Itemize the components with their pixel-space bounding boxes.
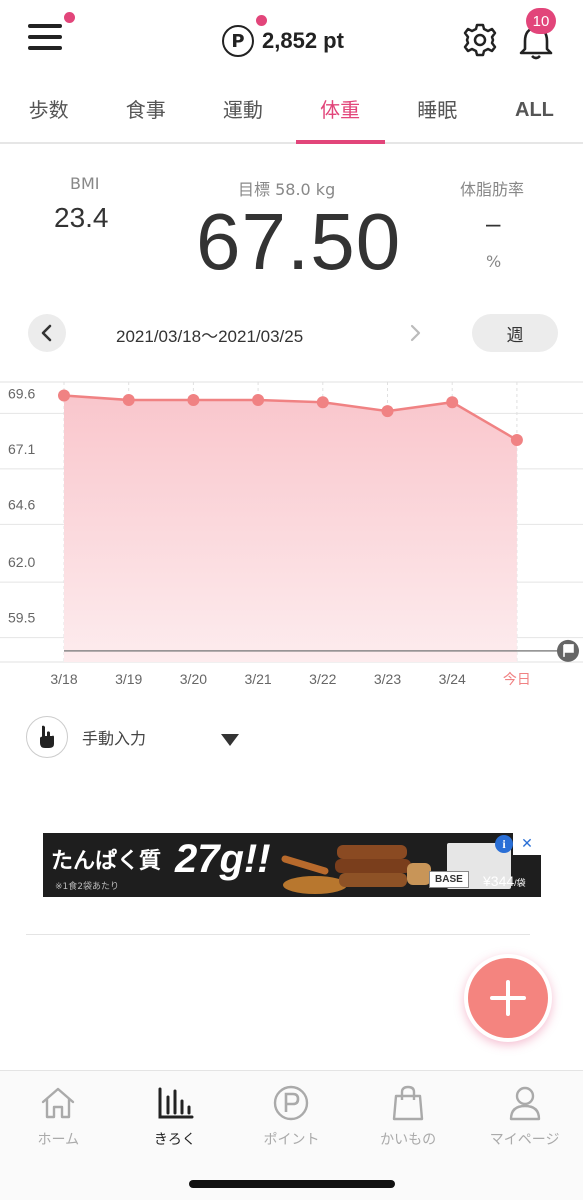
weight-point	[316, 396, 329, 409]
date-navigation: 2021/03/18～2021/03/25 週	[0, 312, 583, 356]
hand-icon	[26, 716, 68, 758]
tab-all[interactable]: ALL	[486, 84, 583, 142]
manual-input-label: 手動入力	[82, 729, 147, 748]
y-tick-label: 62.0	[8, 554, 35, 570]
home-icon	[38, 1083, 78, 1123]
bodyfat-value: –	[486, 208, 501, 238]
bodyfat-unit: %	[486, 252, 502, 271]
ad-headline: たんぱく質	[51, 849, 162, 874]
category-tabs: 歩数 食事 運動 体重 睡眠 ALL	[0, 84, 583, 144]
bmi-label: BMI	[70, 174, 100, 193]
x-tick-label: 3/24	[439, 671, 466, 687]
y-tick-label: 67.1	[8, 441, 35, 457]
tab-steps[interactable]: 歩数	[0, 84, 97, 142]
menu-bar	[28, 46, 62, 50]
notification-badge: 10	[526, 8, 556, 34]
y-tick-label: 59.5	[8, 610, 35, 626]
ad-price-suffix: /袋	[514, 878, 526, 888]
previous-period-button[interactable]	[28, 314, 66, 352]
weight-point	[252, 393, 265, 406]
points-icon: P	[222, 25, 254, 57]
menu-notification-dot	[64, 12, 75, 23]
shopping-bag-icon	[388, 1083, 428, 1123]
nav-label: ポイント	[263, 1132, 320, 1148]
y-tick-label: 64.6	[8, 496, 35, 512]
nav-label: きろく	[153, 1132, 196, 1148]
manual-input-row[interactable]: 手動入力	[26, 716, 146, 758]
section-divider	[26, 934, 530, 935]
chevron-right-icon	[410, 324, 421, 342]
date-range: 2021/03/18～2021/03/25	[116, 327, 304, 346]
add-record-button[interactable]	[464, 954, 552, 1042]
plus-icon	[468, 958, 548, 1038]
x-tick-label: 3/20	[180, 671, 207, 687]
ad-banner[interactable]: たんぱく質 27g!! ※1食2袋あたり BASE ¥344/袋 i ✕	[43, 833, 541, 897]
ad-protein-amount: 27g!!	[175, 837, 271, 881]
x-tick-label: 3/22	[309, 671, 336, 687]
app-header: P 2,852 pt 10	[0, 0, 583, 84]
menu-bar	[28, 24, 62, 28]
weight-chart: 69.6 67.1 64.6 62.0 59.5 3/18 3/19 3/20 3/21 3/22…	[0, 381, 583, 687]
menu-bar	[28, 35, 62, 39]
nav-label: ホーム	[37, 1132, 80, 1148]
x-tick-label: 3/23	[374, 671, 401, 687]
ad-price-value: ¥344	[483, 873, 515, 889]
next-period-button[interactable]	[402, 320, 428, 346]
points-display[interactable]: P 2,852 pt	[222, 24, 344, 58]
weight-point	[187, 393, 200, 406]
weight-point	[381, 405, 394, 418]
gear-icon[interactable]	[462, 22, 498, 58]
bodyfat-label: 体脂肪率	[460, 180, 525, 199]
dropdown-triangle-icon[interactable]	[220, 732, 240, 751]
tab-meals[interactable]: 食事	[97, 84, 194, 142]
weight-point	[58, 389, 70, 402]
period-selector-button[interactable]: 週	[472, 314, 558, 352]
bmi-value: 23.4	[54, 202, 109, 233]
chevron-left-icon	[41, 324, 52, 342]
nav-mypage[interactable]: マイページ	[466, 1071, 583, 1200]
x-tick-label: 3/18	[50, 671, 77, 687]
tab-weight[interactable]: 体重	[292, 84, 389, 144]
ad-note: ※1食2袋あたり	[55, 882, 119, 892]
home-indicator	[189, 1180, 395, 1188]
points-value: 2,852 pt	[262, 28, 344, 53]
tab-sleep[interactable]: 睡眠	[389, 84, 486, 142]
menu-button[interactable]	[28, 24, 64, 56]
weight-point	[510, 433, 523, 446]
ad-close-icon[interactable]: ✕	[513, 833, 541, 855]
nav-home[interactable]: ホーム	[0, 1071, 117, 1200]
weight-point	[446, 396, 459, 409]
nav-label: かいもの	[380, 1132, 437, 1148]
points-notification-dot	[256, 15, 267, 26]
tab-exercise[interactable]: 運動	[194, 84, 291, 142]
weight-area	[64, 395, 517, 662]
ad-price: ¥344/袋	[483, 873, 526, 889]
ad-info-icon[interactable]: i	[495, 835, 513, 853]
weight-point	[122, 393, 135, 406]
chart-icon	[155, 1083, 195, 1123]
y-tick-label: 69.6	[8, 385, 35, 401]
ad-product-image	[281, 845, 431, 894]
person-icon	[505, 1083, 545, 1123]
ad-brand: BASE	[429, 871, 469, 888]
nav-label: マイページ	[489, 1132, 560, 1148]
x-tick-label: 今日	[503, 671, 531, 687]
x-tick-label: 3/19	[115, 671, 142, 687]
x-tick-label: 3/21	[244, 671, 271, 687]
points-icon	[271, 1083, 311, 1123]
weight-value: 67.50	[196, 197, 402, 286]
